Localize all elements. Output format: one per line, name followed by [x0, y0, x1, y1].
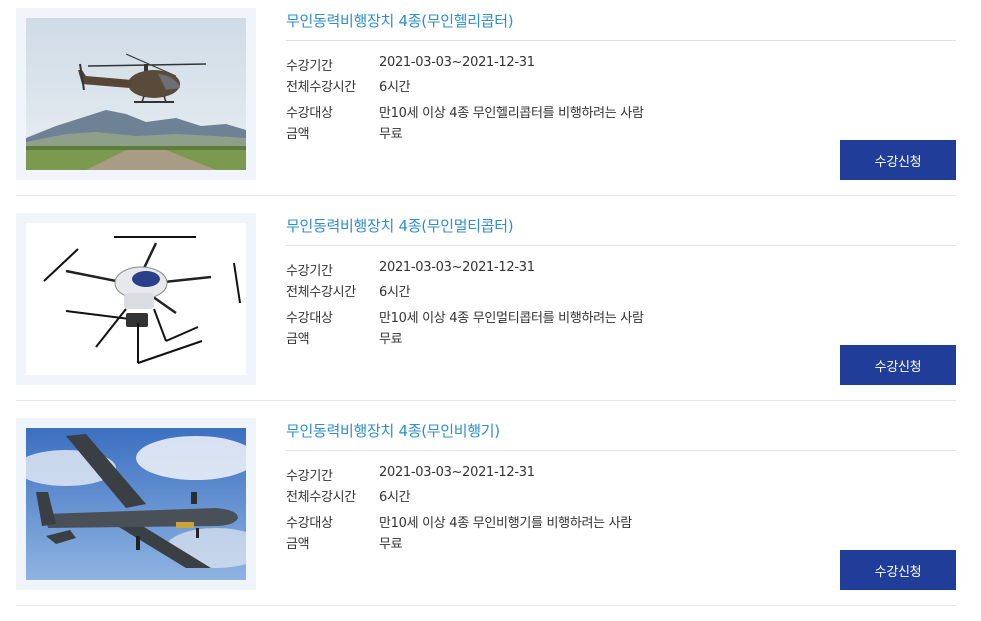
course-thumbnail[interactable]	[16, 8, 256, 180]
hours-value: 6시간	[379, 80, 411, 95]
price-value: 무료	[379, 127, 403, 142]
period-value: 2021-03-03~2021-12-31	[379, 465, 535, 480]
hours-label: 전체수강시간	[286, 80, 356, 95]
enroll-button[interactable]: 수강신청	[840, 345, 956, 385]
enroll-button[interactable]: 수강신청	[840, 550, 956, 590]
period-value: 2021-03-03~2021-12-31	[379, 260, 535, 275]
course-item: 무인동력비행장치 4종(무인비행기) 수강기간 2021-03-03~2021-…	[16, 410, 956, 606]
target-value: 만10세 이상 4종 무인비행기를 비행하려는 사람	[379, 516, 632, 531]
price-value: 무료	[379, 537, 403, 552]
helicopter-image[interactable]	[26, 18, 246, 170]
hours-label: 전체수강시간	[286, 490, 356, 505]
period-label: 수강기간	[286, 59, 333, 74]
course-thumbnail[interactable]	[16, 213, 256, 385]
course-item: 무인동력비행장치 4종(무인헬리콥터) 수강기간 2021-03-03~2021…	[16, 0, 956, 196]
course-title[interactable]: 무인동력비행장치 4종(무인멀티콥터)	[286, 215, 514, 236]
hours-value: 6시간	[379, 490, 411, 505]
course-thumbnail[interactable]	[16, 418, 256, 590]
price-label: 금액	[286, 127, 310, 142]
period-value: 2021-03-03~2021-12-31	[379, 55, 535, 70]
course-item: 무인동력비행장치 4종(무인멀티콥터) 수강기간 2021-03-03~2021…	[16, 205, 956, 401]
enroll-button[interactable]: 수강신청	[840, 140, 956, 180]
title-divider	[286, 245, 956, 246]
target-label: 수강대상	[286, 516, 333, 531]
title-divider	[286, 40, 956, 41]
multicopter-image[interactable]	[26, 223, 246, 375]
course-title[interactable]: 무인동력비행장치 4종(무인헬리콥터)	[286, 10, 514, 31]
hours-label: 전체수강시간	[286, 285, 356, 300]
target-value: 만10세 이상 4종 무인헬리콥터를 비행하려는 사람	[379, 106, 644, 121]
period-label: 수강기간	[286, 264, 333, 279]
target-label: 수강대상	[286, 106, 333, 121]
hours-value: 6시간	[379, 285, 411, 300]
period-label: 수강기간	[286, 469, 333, 484]
price-label: 금액	[286, 537, 310, 552]
target-value: 만10세 이상 4종 무인멀티콥터를 비행하려는 사람	[379, 311, 644, 326]
price-label: 금액	[286, 332, 310, 347]
airplane-image[interactable]	[26, 428, 246, 580]
course-title[interactable]: 무인동력비행장치 4종(무인비행기)	[286, 420, 500, 441]
title-divider	[286, 450, 956, 451]
price-value: 무료	[379, 332, 403, 347]
target-label: 수강대상	[286, 311, 333, 326]
